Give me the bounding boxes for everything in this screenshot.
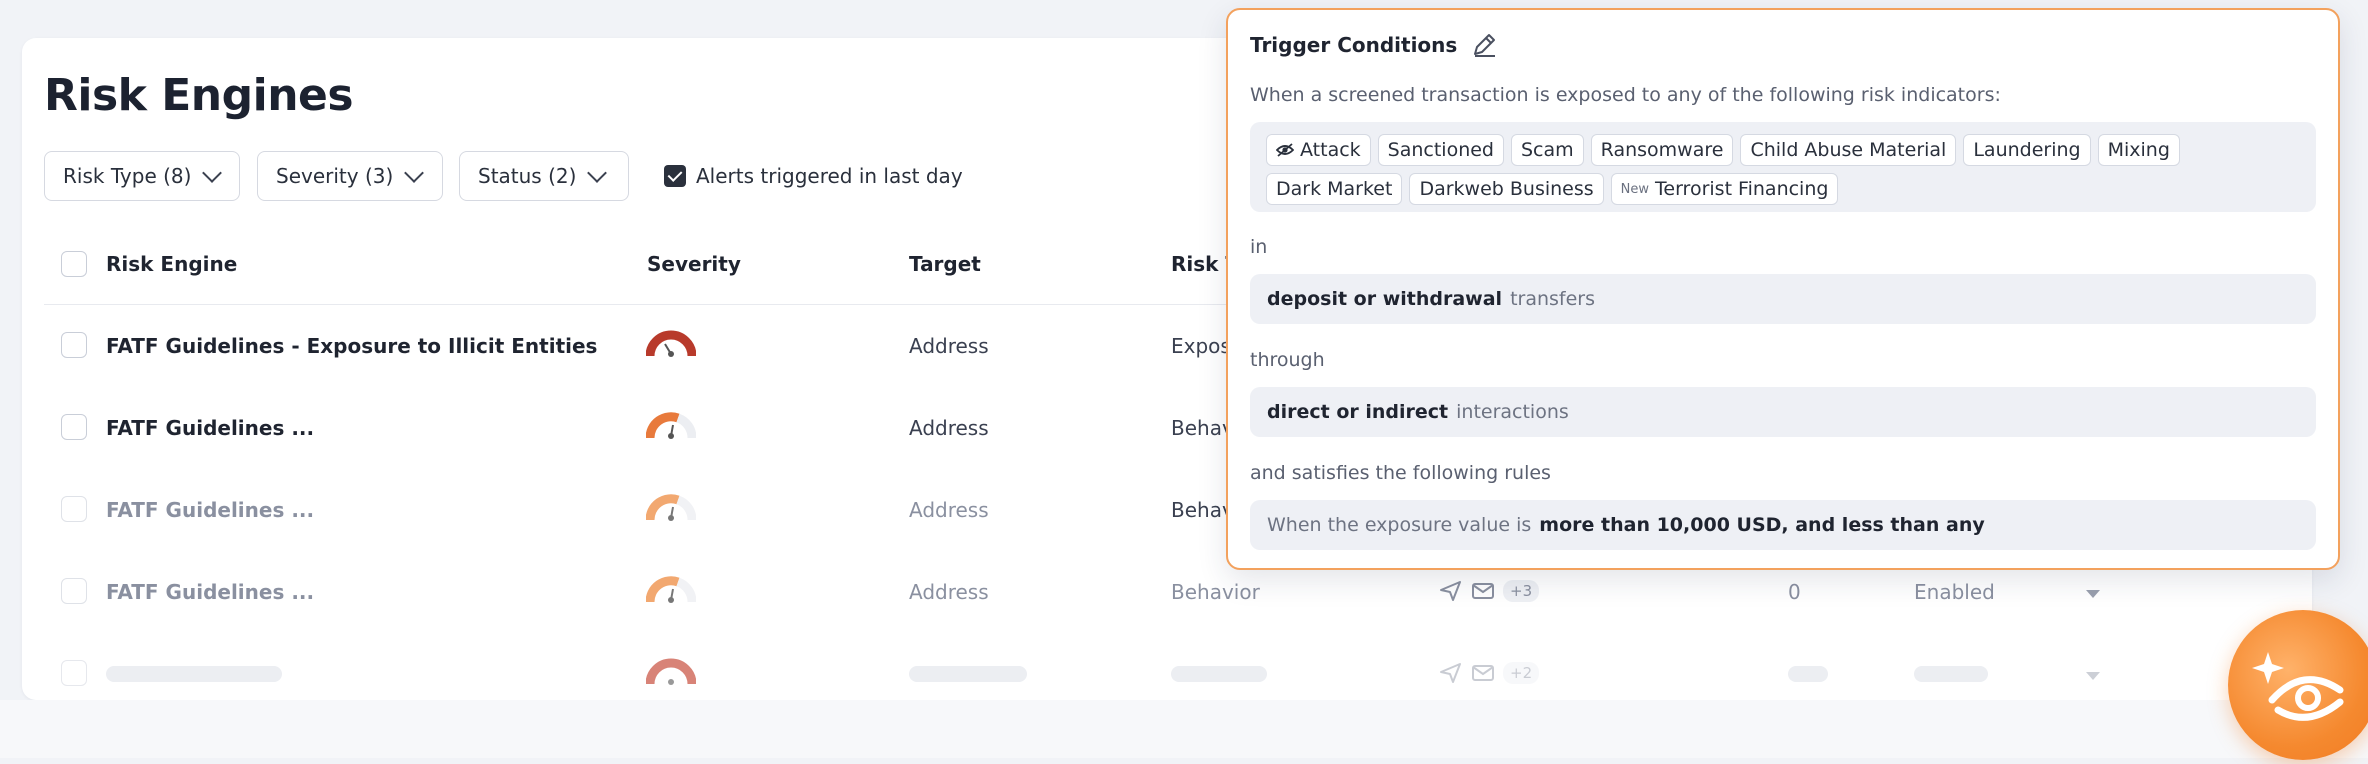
alerts-last-day-label: Alerts triggered in last day (696, 164, 963, 188)
notification-channels: +3 (1439, 580, 1540, 602)
loading-placeholder (1788, 666, 1828, 682)
tag-terrorist-financing[interactable]: New Terrorist Financing (1610, 173, 1839, 205)
sparkle-eye-icon (2252, 652, 2344, 721)
target-value: Address (909, 416, 989, 440)
severity-gauge-icon (646, 576, 696, 603)
column-risk-engine[interactable]: Risk Engine (106, 252, 237, 276)
severity-filter[interactable]: Severity (3) (257, 151, 443, 201)
tag-label: Sanctioned (1387, 139, 1494, 161)
send-icon (1440, 663, 1461, 683)
checkbox-checked-icon[interactable] (664, 165, 686, 187)
table-row[interactable]: +2 (44, 632, 2154, 714)
target-value: Address (909, 580, 989, 604)
tag-label: Scam (1521, 139, 1574, 161)
transfer-type-suffix: transfers (1510, 288, 1595, 310)
mail-icon (1472, 665, 1494, 681)
exposure-rule-value: more than 10,000 USD, and less than any (1539, 514, 1985, 536)
row-checkbox[interactable] (61, 578, 87, 604)
chevron-down-icon (202, 163, 223, 183)
risk-type-value: Behavior (1171, 580, 1260, 604)
interaction-type-field[interactable]: direct or indirect interactions (1250, 387, 2316, 437)
status-dropdown-caret-icon[interactable] (2086, 590, 2100, 598)
tag-mixing[interactable]: Mixing (2097, 134, 2180, 166)
rules-label: and satisfies the following rules (1250, 462, 1551, 484)
tag-label: Child Abuse Material (1750, 139, 1947, 161)
row-checkbox[interactable] (61, 660, 87, 686)
risk-indicator-tags: Attack Sanctioned Scam Ransomware Child … (1250, 122, 2316, 212)
risk-type-filter[interactable]: Risk Type (8) (44, 151, 240, 201)
column-target[interactable]: Target (909, 252, 981, 276)
trigger-conditions-title: Trigger Conditions (1250, 33, 1458, 57)
tag-label: Mixing (2107, 139, 2170, 161)
interaction-type-value: direct or indirect (1267, 401, 1449, 423)
target-value: Address (909, 498, 989, 522)
tag-laundering[interactable]: Laundering (1963, 134, 2091, 166)
select-all-checkbox[interactable] (61, 251, 87, 277)
row-checkbox[interactable] (61, 414, 87, 440)
status-filter[interactable]: Status (2) (459, 151, 629, 201)
trigger-conditions-popover: Trigger Conditions When a screened trans… (1226, 8, 2340, 570)
more-channels-badge[interactable]: +3 (1503, 580, 1540, 602)
status-value[interactable]: Enabled (1914, 580, 1995, 604)
tag-ransomware[interactable]: Ransomware (1590, 134, 1734, 166)
status-filter-label: Status (2) (478, 164, 577, 188)
risk-type-value: Behav (1171, 498, 1234, 522)
risk-type-value: Behav (1171, 416, 1234, 440)
loading-placeholder (909, 666, 1027, 682)
tag-attack[interactable]: Attack (1266, 134, 1371, 166)
loading-placeholder (1914, 666, 1988, 682)
risk-engine-name[interactable]: FATF Guidelines ... (106, 580, 314, 604)
alerts-last-day-toggle[interactable]: Alerts triggered in last day (664, 164, 963, 188)
severity-gauge-icon (646, 412, 696, 439)
mail-icon (1472, 583, 1494, 599)
tag-label: Attack (1300, 139, 1361, 161)
tag-label: Darkweb Business (1419, 178, 1594, 200)
interaction-type-suffix: interactions (1456, 401, 1569, 423)
risk-type-value: Expos (1171, 334, 1231, 358)
risk-engine-name[interactable]: FATF Guidelines ... (106, 498, 314, 522)
loading-placeholder (1171, 666, 1267, 682)
transfer-type-field[interactable]: deposit or withdrawal transfers (1250, 274, 2316, 324)
alert-count: 0 (1788, 580, 1801, 604)
tag-label: Ransomware (1600, 139, 1724, 161)
assistant-launcher-button[interactable] (2228, 610, 2368, 760)
status-dropdown-caret-icon[interactable] (2086, 672, 2100, 680)
chevron-down-icon (404, 163, 425, 183)
chevron-down-icon (587, 163, 608, 183)
severity-gauge-icon (646, 494, 696, 521)
risk-type-filter-label: Risk Type (8) (63, 164, 192, 188)
row-checkbox[interactable] (61, 332, 87, 358)
tag-sanctioned[interactable]: Sanctioned (1377, 134, 1504, 166)
new-badge: New (1620, 181, 1650, 197)
row-checkbox[interactable] (61, 496, 87, 522)
exposure-rule-prefix: When the exposure value is (1267, 514, 1532, 536)
loading-placeholder (106, 666, 282, 682)
severity-gauge-icon (646, 658, 696, 685)
column-severity[interactable]: Severity (647, 252, 741, 276)
trigger-intro-text: When a screened transaction is exposed t… (1250, 84, 2001, 106)
severity-filter-label: Severity (3) (276, 164, 394, 188)
page-title: Risk Engines (44, 70, 354, 121)
tag-darkweb-business[interactable]: Darkweb Business (1409, 173, 1604, 205)
tag-label: Laundering (1973, 139, 2081, 161)
send-icon (1440, 581, 1461, 601)
trigger-conditions-header: Trigger Conditions (1250, 32, 1497, 58)
tag-child-abuse-material[interactable]: Child Abuse Material (1740, 134, 1957, 166)
risk-engine-name[interactable]: FATF Guidelines ... (106, 416, 314, 440)
notification-channels: +2 (1439, 662, 1540, 684)
tag-scam[interactable]: Scam (1511, 134, 1584, 166)
eye-icon (1276, 143, 1294, 157)
tag-dark-market[interactable]: Dark Market (1266, 173, 1403, 205)
through-label: through (1250, 349, 1325, 371)
risk-engine-name[interactable]: FATF Guidelines - Exposure to Illicit En… (106, 334, 597, 358)
tag-label: Terrorist Financing (1655, 178, 1829, 200)
in-label: in (1250, 236, 1268, 258)
transfer-type-value: deposit or withdrawal (1267, 288, 1503, 310)
severity-gauge-icon (646, 330, 696, 357)
exposure-rule-field[interactable]: When the exposure value is more than 10,… (1250, 500, 2316, 550)
edit-pencil-icon[interactable] (1471, 32, 1497, 58)
more-channels-badge[interactable]: +2 (1503, 662, 1540, 684)
target-value: Address (909, 334, 989, 358)
tag-label: Dark Market (1276, 178, 1393, 200)
